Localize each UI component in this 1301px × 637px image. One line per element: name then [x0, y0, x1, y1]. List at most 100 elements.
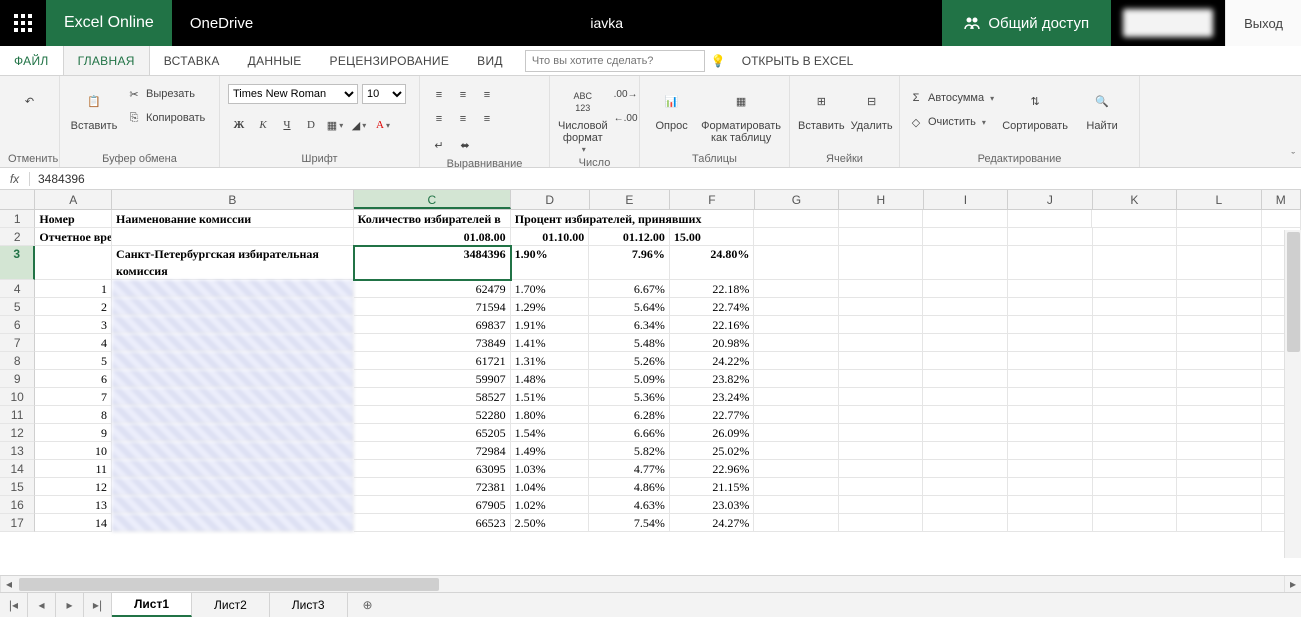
cell[interactable] — [1177, 246, 1262, 280]
cell[interactable] — [923, 210, 1008, 228]
cell[interactable]: 01.12.00 — [589, 228, 670, 246]
cell[interactable] — [1177, 352, 1262, 370]
cell[interactable] — [1177, 210, 1262, 228]
row-header[interactable]: 15 — [0, 478, 35, 496]
delete-cells-button[interactable]: ⊟Удалить — [851, 80, 893, 132]
cell[interactable]: 69837 — [354, 316, 511, 334]
breadcrumb-location[interactable]: OneDrive — [172, 15, 271, 32]
cell[interactable] — [923, 334, 1008, 352]
open-in-excel[interactable]: ОТКРЫТЬ В EXCEL — [742, 46, 854, 75]
cell[interactable] — [754, 406, 839, 424]
cell[interactable]: 22.16% — [670, 316, 755, 334]
cell[interactable]: 1.80% — [511, 406, 590, 424]
cell[interactable]: 4.63% — [589, 496, 670, 514]
autosum-button[interactable]: ΣАвтосумма▾ — [908, 88, 994, 108]
cell[interactable] — [923, 370, 1008, 388]
scroll-left-button[interactable]: ◂ — [0, 576, 17, 592]
cell[interactable]: 3 — [35, 316, 112, 334]
cell[interactable] — [1093, 514, 1178, 532]
borders-button[interactable]: ▦▾ — [324, 114, 346, 136]
row-header[interactable]: 8 — [0, 352, 35, 370]
col-header-A[interactable]: A — [35, 190, 112, 209]
cell[interactable]: 9 — [35, 424, 112, 442]
cell[interactable] — [754, 210, 839, 228]
cell[interactable]: 25.02% — [670, 442, 755, 460]
row-header[interactable]: 11 — [0, 406, 35, 424]
row-header[interactable]: 16 — [0, 496, 35, 514]
sheet-tab-3[interactable]: Лист3 — [270, 593, 348, 617]
cell[interactable]: 26.09% — [670, 424, 755, 442]
cell[interactable] — [1008, 228, 1093, 246]
cell[interactable] — [1177, 460, 1262, 478]
cell[interactable]: 01.10.00 — [511, 228, 590, 246]
merge-button[interactable]: ⬌ — [454, 134, 476, 156]
horizontal-scrollbar[interactable]: ◂ ▸ — [0, 575, 1301, 592]
font-name-select[interactable]: Times New Roman — [228, 84, 358, 104]
number-format-button[interactable]: ABC123 Числовой формат ▾ — [558, 80, 608, 155]
cell[interactable]: Номер — [35, 210, 112, 228]
cell[interactable]: 73849 — [354, 334, 511, 352]
cell[interactable] — [1177, 406, 1262, 424]
format-as-table-button[interactable]: ▦Форматировать как таблицу — [701, 80, 781, 144]
cell[interactable] — [1093, 442, 1178, 460]
cell[interactable] — [112, 388, 353, 406]
cell[interactable] — [1008, 352, 1093, 370]
tab-file[interactable]: ФАЙЛ — [0, 46, 63, 75]
cell[interactable] — [1093, 388, 1178, 406]
formula-input[interactable]: 3484396 — [30, 172, 1301, 186]
cell[interactable] — [112, 316, 353, 334]
cell[interactable] — [1008, 246, 1093, 280]
align-left-button[interactable]: ≡ — [428, 108, 450, 130]
cell[interactable]: 1.02% — [511, 496, 590, 514]
cell[interactable] — [1008, 514, 1093, 532]
col-header-G[interactable]: G — [755, 190, 840, 209]
cell[interactable]: 5.48% — [589, 334, 670, 352]
col-header-H[interactable]: H — [839, 190, 924, 209]
cell[interactable]: 6 — [35, 370, 112, 388]
cell[interactable] — [923, 316, 1008, 334]
cell[interactable] — [839, 228, 924, 246]
cell[interactable] — [923, 388, 1008, 406]
vertical-scrollbar[interactable] — [1284, 230, 1301, 558]
row-header[interactable]: 17 — [0, 514, 35, 532]
cell[interactable]: 66523 — [354, 514, 511, 532]
wrap-text-button[interactable]: ↵ — [428, 134, 450, 156]
clear-button[interactable]: ◇Очистить▾ — [908, 112, 994, 132]
cell[interactable] — [839, 496, 924, 514]
cell[interactable] — [35, 246, 112, 280]
cell[interactable]: 4 — [35, 334, 112, 352]
cell[interactable]: 1.31% — [511, 352, 590, 370]
cell[interactable] — [1093, 406, 1178, 424]
cell[interactable]: 23.82% — [670, 370, 755, 388]
cell[interactable] — [112, 228, 353, 246]
bold-button[interactable]: Ж — [228, 114, 250, 136]
cell[interactable]: Количество избирателей в — [354, 210, 511, 228]
tab-data[interactable]: ДАННЫЕ — [234, 46, 316, 75]
cell[interactable] — [754, 228, 839, 246]
cell[interactable] — [1177, 478, 1262, 496]
cell[interactable] — [112, 478, 353, 496]
inc-decimal-button[interactable]: .00→ — [614, 84, 638, 104]
row-header[interactable]: 5 — [0, 298, 35, 316]
cell[interactable]: 4.77% — [589, 460, 670, 478]
grid-rows[interactable]: 1НомерНаименование комиссииКоличество из… — [0, 210, 1301, 575]
cell[interactable] — [839, 406, 924, 424]
col-header-K[interactable]: K — [1093, 190, 1178, 209]
cell[interactable] — [1092, 210, 1177, 228]
align-bottom-button[interactable]: ≡ — [476, 84, 498, 106]
double-underline-button[interactable]: D — [300, 114, 322, 136]
cell[interactable] — [112, 280, 353, 298]
cell[interactable] — [754, 298, 839, 316]
cell[interactable] — [112, 370, 353, 388]
fill-color-button[interactable]: ◢▾ — [348, 114, 370, 136]
cell[interactable]: 23.24% — [670, 388, 755, 406]
tab-insert[interactable]: ВСТАВКА — [150, 46, 234, 75]
cell[interactable]: 22.18% — [670, 280, 755, 298]
italic-button[interactable]: К — [252, 114, 274, 136]
cell[interactable] — [839, 246, 924, 280]
cell[interactable]: 22.96% — [670, 460, 755, 478]
cell[interactable]: Отчетное время — [35, 228, 112, 246]
cell[interactable]: Процент избирателей, принявших — [511, 210, 755, 228]
underline-button[interactable]: Ч — [276, 114, 298, 136]
sheet-nav-next[interactable]: ▸ — [56, 593, 84, 617]
